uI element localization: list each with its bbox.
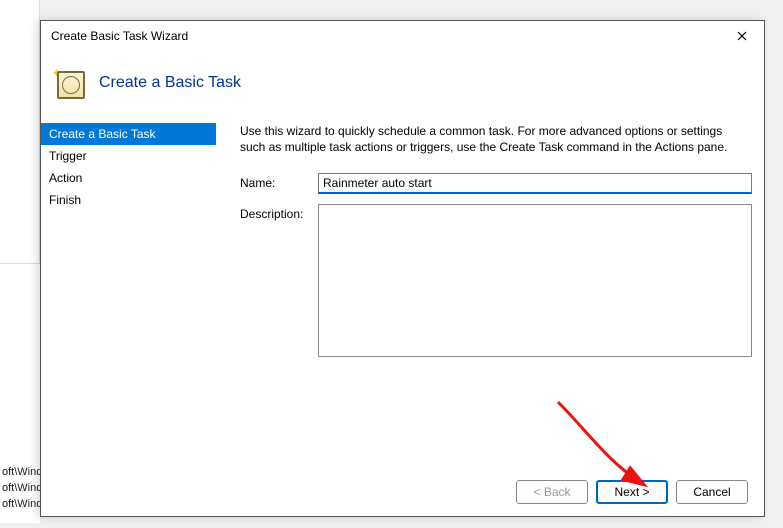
name-input[interactable] [318, 173, 752, 194]
cancel-button[interactable]: Cancel [676, 480, 748, 504]
window-title: Create Basic Task Wizard [51, 29, 728, 43]
intro-text: Use this wizard to quickly schedule a co… [240, 123, 752, 155]
name-row: Name: [240, 173, 752, 194]
step-create-basic-task[interactable]: Create a Basic Task [41, 123, 216, 145]
next-button[interactable]: Next > [596, 480, 668, 504]
close-button[interactable] [728, 24, 756, 48]
background-panel-list: oft\Wind oft\Windows\U… oft\Windows\ Fli [0, 263, 40, 523]
step-finish[interactable]: Finish [41, 189, 216, 211]
step-action[interactable]: Action [41, 167, 216, 189]
clock-icon [57, 71, 85, 99]
description-label: Description: [240, 204, 318, 357]
back-button: < Back [516, 480, 588, 504]
bg-text: oft\Windows\U… [2, 480, 40, 496]
wizard-footer: < Back Next > Cancel [41, 468, 764, 516]
page-title: Create a Basic Task [99, 74, 241, 92]
wizard-header: ✦ Create a Basic Task [41, 51, 764, 123]
name-label: Name: [240, 173, 318, 194]
description-textarea[interactable] [318, 204, 752, 357]
close-icon [737, 31, 747, 41]
wizard-icon: ✦ [53, 67, 85, 99]
wizard-body: Create a Basic Task Trigger Action Finis… [41, 123, 764, 468]
description-row: Description: [240, 204, 752, 357]
wizard-steps-sidebar: Create a Basic Task Trigger Action Finis… [41, 123, 216, 468]
wizard-dialog: Create Basic Task Wizard ✦ Create a Basi… [40, 20, 765, 517]
bg-text: oft\Windows\ Fli [2, 496, 40, 512]
titlebar: Create Basic Task Wizard [41, 21, 764, 51]
bg-text: oft\Wind [2, 464, 40, 480]
wizard-content: Use this wizard to quickly schedule a co… [216, 123, 764, 468]
background-panel-top [0, 0, 40, 263]
step-trigger[interactable]: Trigger [41, 145, 216, 167]
